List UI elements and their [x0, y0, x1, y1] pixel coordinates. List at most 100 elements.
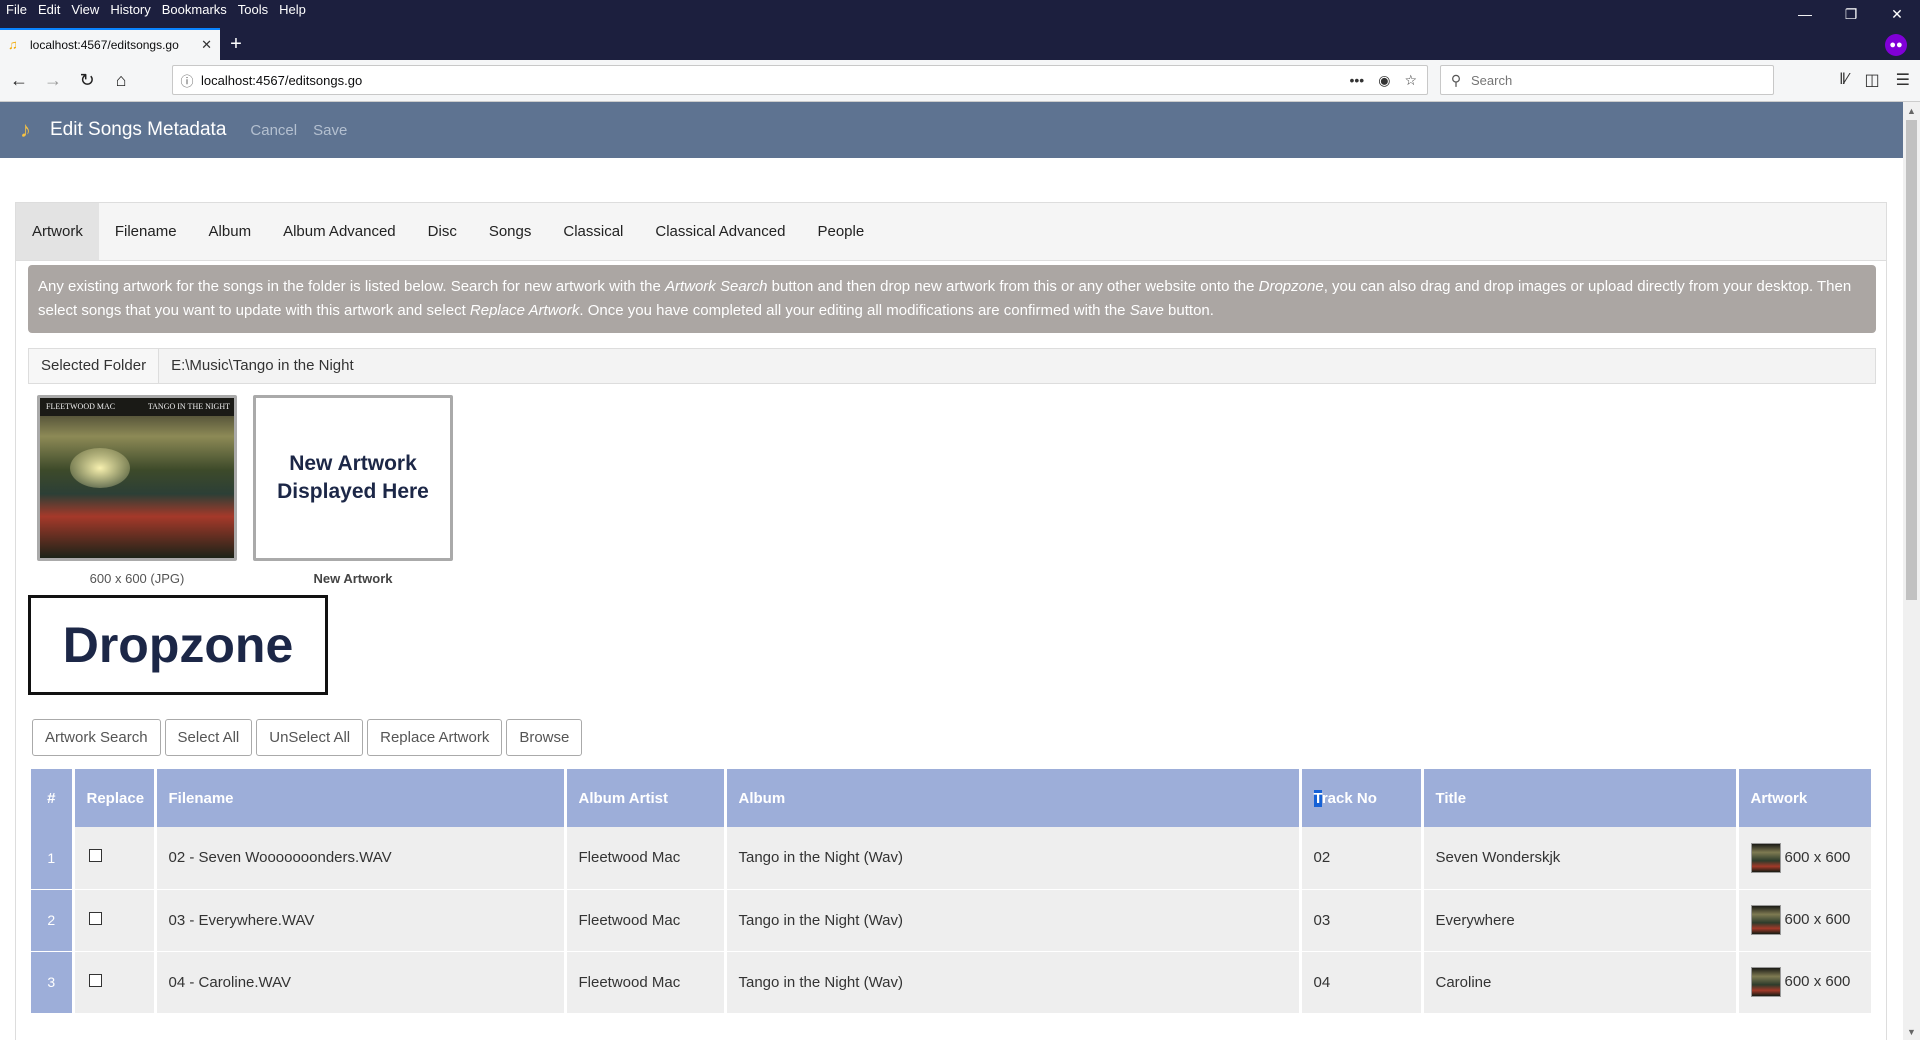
help-em-dropzone: Dropzone [1258, 278, 1324, 295]
row-artwork-cell: 600 x 600 [1737, 827, 1874, 890]
dropzone[interactable]: Dropzone [28, 595, 328, 695]
menu-bookmarks[interactable]: Bookmarks [156, 0, 232, 20]
url-bar[interactable]: ⓘ localhost:4567/editsongs.go ••• ◉ ☆ [172, 65, 1428, 95]
private-browsing-icon: ●● [1885, 34, 1907, 56]
pocket-icon[interactable]: ◉ [1378, 72, 1390, 89]
row-track-no: 04 [1300, 951, 1424, 1014]
reload-icon[interactable]: ↻ [72, 66, 102, 96]
scroll-down-icon[interactable]: ▼ [1903, 1023, 1920, 1040]
page-scrollbar[interactable]: ▲ ▼ [1903, 102, 1920, 1040]
back-icon[interactable]: ← [4, 66, 34, 96]
menu-view[interactable]: View [65, 0, 104, 20]
artwork-thumbnail [1750, 967, 1781, 997]
selected-folder-value: E:\Music\Tango in the Night [159, 349, 1875, 383]
menu-edit[interactable]: Edit [32, 0, 65, 20]
cancel-link[interactable]: Cancel [250, 122, 297, 139]
artwork-search-button[interactable]: Artwork Search [32, 719, 161, 756]
editor-card: Artwork Filename Album Album Advanced Di… [15, 202, 1887, 1040]
library-icon[interactable]: ‖∕ [1839, 71, 1848, 89]
tab-classical-advanced[interactable]: Classical Advanced [639, 203, 801, 260]
row-album-artist: Fleetwood Mac [565, 827, 727, 890]
artwork-thumbnail [1750, 905, 1781, 935]
col-track-no: Track No [1300, 769, 1424, 827]
tab-songs[interactable]: Songs [473, 203, 548, 260]
row-replace-cell [73, 889, 157, 952]
minimize-icon[interactable]: — [1782, 0, 1828, 28]
existing-artwork[interactable]: FLEETWOOD MAC TANGO IN THE NIGHT [37, 395, 237, 561]
save-link[interactable]: Save [313, 122, 347, 139]
tab-album[interactable]: Album [193, 203, 268, 260]
new-tab-icon[interactable]: + [220, 28, 252, 60]
row-album: Tango in the Night (Wav) [725, 827, 1302, 890]
hamburger-menu-icon[interactable]: ☰ [1896, 70, 1910, 90]
tab-strip: ♫ localhost:4567/editsongs.go ✕ + [0, 28, 252, 60]
url-text[interactable]: localhost:4567/editsongs.go [201, 73, 1350, 88]
editor-tabs: Artwork Filename Album Album Advanced Di… [16, 203, 1886, 261]
tab-album-advanced[interactable]: Album Advanced [267, 203, 412, 260]
bookmark-star-icon[interactable]: ☆ [1404, 72, 1417, 89]
existing-artwork-caption: 600 x 600 (JPG) [89, 571, 185, 586]
sidebar-icon[interactable]: ◫ [1865, 70, 1880, 90]
select-all-button[interactable]: Select All [164, 719, 253, 756]
row-filename: 03 - Everywhere.WAV [155, 889, 567, 952]
scroll-up-icon[interactable]: ▲ [1903, 102, 1920, 119]
selected-folder: Selected Folder E:\Music\Tango in the Ni… [28, 348, 1876, 384]
replace-checkbox[interactable] [88, 973, 102, 987]
new-artwork-caption: New Artwork [313, 571, 393, 586]
new-artwork-line1: New Artwork [289, 452, 417, 475]
tab-classical[interactable]: Classical [547, 203, 639, 260]
browse-button[interactable]: Browse [506, 719, 583, 756]
replace-artwork-button[interactable]: Replace Artwork [367, 719, 503, 756]
selected-folder-label: Selected Folder [29, 349, 160, 383]
search-input[interactable] [1471, 72, 1761, 88]
search-icon: ⚲ [1450, 71, 1462, 88]
menu-tools[interactable]: Tools [232, 0, 273, 20]
menu-file[interactable]: File [0, 0, 32, 20]
row-artwork-cell: 600 x 600 [1737, 889, 1874, 952]
close-tab-icon[interactable]: ✕ [201, 37, 212, 53]
help-em-replace-artwork: Replace Artwork [469, 302, 580, 319]
row-replace-cell [73, 827, 157, 890]
music-logo-icon: ♪ [20, 117, 31, 142]
search-bar[interactable]: ⚲ [1440, 65, 1774, 95]
row-num: 2 [31, 889, 75, 952]
row-track-no: 02 [1300, 827, 1424, 890]
replace-checkbox[interactable] [88, 849, 102, 863]
album-cover-artist: FLEETWOOD MAC [46, 402, 116, 411]
forward-icon[interactable]: → [38, 66, 68, 96]
new-artwork-placeholder: New Artwork Displayed Here [253, 395, 453, 561]
help-text-2: button and then drop new artwork from th… [767, 278, 1259, 295]
row-title: Everywhere [1422, 889, 1739, 952]
restore-icon[interactable]: ❐ [1828, 0, 1874, 28]
row-title: Caroline [1422, 951, 1739, 1014]
site-info-icon[interactable]: ⓘ [173, 71, 201, 90]
page-actions-icon[interactable]: ••• [1350, 72, 1365, 89]
tab-people[interactable]: People [801, 203, 880, 260]
col-track-no-rest: rack No [1321, 789, 1377, 807]
dropzone-label: Dropzone [62, 617, 294, 673]
scrollbar-thumb[interactable] [1906, 120, 1917, 600]
tab-artwork[interactable]: Artwork [16, 203, 99, 260]
col-filename: Filename [155, 769, 567, 827]
row-filename: 04 - Caroline.WAV [155, 951, 567, 1014]
row-album-artist: Fleetwood Mac [565, 889, 727, 952]
help-info-box: Any existing artwork for the songs in th… [28, 265, 1876, 333]
window-controls: — ❐ ✕ [1782, 0, 1920, 28]
tab-disc[interactable]: Disc [412, 203, 473, 260]
album-cover-glow [70, 448, 130, 488]
close-window-icon[interactable]: ✕ [1874, 0, 1920, 28]
tab-filename[interactable]: Filename [99, 203, 193, 260]
unselect-all-button[interactable]: UnSelect All [256, 719, 364, 756]
table-row: 2 03 - Everywhere.WAV Fleetwood Mac Tang… [31, 889, 1874, 952]
home-icon[interactable]: ⌂ [106, 66, 136, 96]
row-artwork-cell: 600 x 600 [1737, 951, 1874, 1014]
browser-tab[interactable]: ♫ localhost:4567/editsongs.go ✕ [0, 28, 220, 60]
table-row: 1 02 - Seven Wooooooonders.WAV Fleetwood… [31, 827, 1874, 890]
row-album: Tango in the Night (Wav) [725, 951, 1302, 1014]
row-track-no: 03 [1300, 889, 1424, 952]
menu-history[interactable]: History [104, 0, 155, 20]
replace-checkbox[interactable] [88, 911, 102, 925]
album-cover-title: TANGO IN THE NIGHT [147, 402, 230, 411]
menu-help[interactable]: Help [273, 0, 311, 20]
app-brand[interactable]: Edit Songs Metadata [50, 119, 226, 141]
